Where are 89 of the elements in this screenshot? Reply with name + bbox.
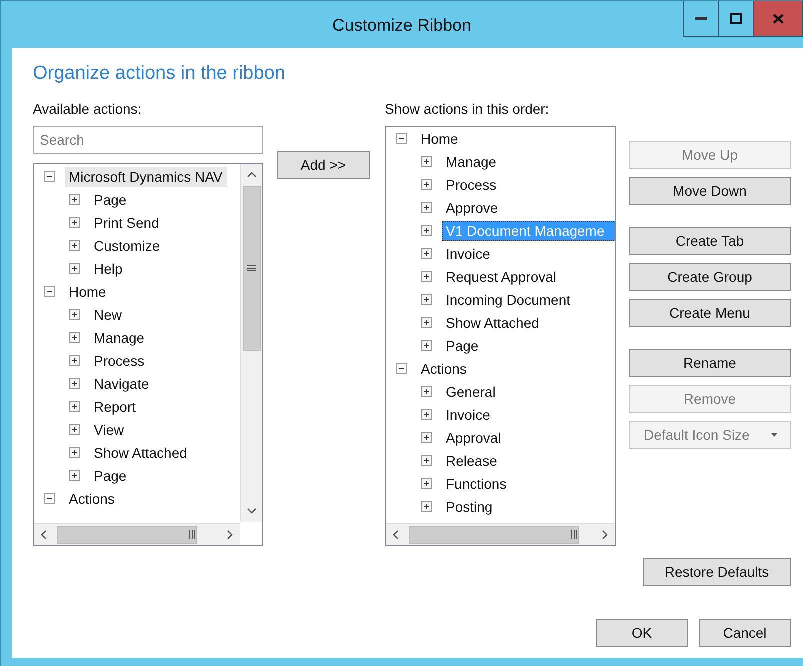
scroll-thumb[interactable] — [409, 526, 579, 544]
expand-toggle[interactable] — [421, 409, 432, 420]
action-button[interactable]: Create Tab — [629, 227, 791, 255]
expand-toggle[interactable] — [69, 355, 80, 366]
tree-item[interactable]: Microsoft Dynamics NAV — [65, 166, 227, 186]
expand-toggle[interactable] — [44, 493, 55, 504]
tree-item[interactable]: Release — [442, 450, 502, 470]
tree-item[interactable]: Show Attached — [90, 442, 192, 462]
tree-item[interactable]: Invoice — [442, 244, 494, 264]
tree-item[interactable]: Functions — [442, 474, 511, 494]
close-button[interactable] — [753, 1, 803, 37]
add-button[interactable]: Add >> — [277, 151, 370, 179]
tree-item[interactable]: Approve — [442, 198, 502, 218]
scroll-thumb[interactable] — [242, 186, 260, 351]
expand-toggle[interactable] — [69, 309, 80, 320]
expand-toggle[interactable] — [421, 501, 432, 512]
expand-toggle[interactable] — [421, 156, 432, 167]
tree-item[interactable]: General — [442, 382, 500, 402]
expand-toggle[interactable] — [69, 424, 80, 435]
caret-icon — [771, 433, 778, 437]
dialog-heading: Organize actions in the ribbon — [33, 63, 286, 86]
tree-item[interactable]: Customize — [90, 236, 164, 256]
expand-toggle[interactable] — [69, 401, 80, 412]
tree-item[interactable]: Home — [65, 282, 110, 302]
tree-item[interactable]: Process — [90, 350, 149, 370]
expand-toggle[interactable] — [421, 294, 432, 305]
expand-toggle[interactable] — [421, 248, 432, 259]
dialog-button[interactable]: Cancel — [699, 619, 791, 647]
tree-item[interactable]: Approval — [442, 428, 506, 448]
expand-toggle[interactable] — [69, 332, 80, 343]
search-field[interactable]: Search — [33, 126, 263, 154]
expand-toggle[interactable] — [421, 271, 432, 282]
tree-item[interactable]: Manage — [90, 328, 149, 348]
close-icon — [772, 14, 784, 24]
tree-item[interactable]: Home — [417, 128, 462, 148]
expand-toggle[interactable] — [421, 179, 432, 190]
tree-item[interactable]: Process — [442, 174, 501, 194]
scroll-thumb[interactable] — [57, 526, 197, 544]
expand-toggle[interactable] — [69, 447, 80, 458]
vertical-scrollbar[interactable] — [240, 164, 262, 522]
order-label: Show actions in this order: — [385, 101, 550, 118]
horizontal-scrollbar[interactable] — [34, 523, 240, 545]
tree-item[interactable]: Show Attached — [442, 312, 544, 332]
tree-item[interactable]: Navigate — [90, 374, 154, 394]
horizontal-scrollbar[interactable] — [386, 523, 615, 545]
action-button[interactable]: Create Group — [629, 263, 791, 291]
expand-toggle[interactable] — [421, 432, 432, 443]
tree-item[interactable]: Manage — [442, 152, 501, 172]
tree-item[interactable]: Report — [90, 396, 140, 416]
expand-toggle[interactable] — [44, 171, 55, 182]
expand-toggle[interactable] — [421, 340, 432, 351]
action-button[interactable]: Move Down — [629, 177, 791, 205]
expand-toggle[interactable] — [69, 217, 80, 228]
available-actions-label: Available actions: — [33, 101, 143, 118]
tree-item[interactable]: Invoice — [442, 404, 494, 424]
expand-toggle[interactable] — [69, 263, 80, 274]
expand-toggle[interactable] — [44, 286, 55, 297]
tree-item[interactable]: Actions — [417, 358, 471, 378]
minimize-icon — [695, 16, 707, 20]
minimize-button[interactable] — [683, 1, 719, 37]
expand-toggle[interactable] — [69, 240, 80, 251]
expand-toggle[interactable] — [421, 478, 432, 489]
restore-defaults-button[interactable]: Restore Defaults — [643, 558, 791, 586]
expand-toggle[interactable] — [396, 363, 407, 374]
window-title: Customize Ribbon — [332, 16, 472, 36]
tree-item[interactable]: Posting — [442, 496, 497, 516]
tree-item[interactable]: View — [90, 420, 128, 440]
tree-item[interactable]: Page — [442, 336, 483, 356]
tree-item[interactable]: Print Send — [90, 212, 164, 232]
action-button[interactable]: Rename — [629, 349, 791, 377]
expand-toggle[interactable] — [69, 378, 80, 389]
tree-item[interactable]: Request Approval — [442, 266, 561, 286]
expand-toggle[interactable] — [421, 455, 432, 466]
maximize-icon — [730, 13, 742, 24]
expand-toggle[interactable] — [396, 133, 407, 144]
tree-item[interactable]: Actions — [65, 488, 119, 508]
expand-toggle[interactable] — [421, 386, 432, 397]
tree-item[interactable]: Page — [90, 466, 131, 486]
action-button[interactable]: Create Menu — [629, 299, 791, 327]
expand-toggle[interactable] — [69, 470, 80, 481]
tree-item[interactable]: New — [90, 304, 126, 324]
expand-toggle[interactable] — [69, 194, 80, 205]
expand-toggle[interactable] — [421, 202, 432, 213]
expand-toggle[interactable] — [421, 317, 432, 328]
dialog-button[interactable]: OK — [596, 619, 688, 647]
tree-item[interactable]: Page — [90, 190, 131, 210]
expand-toggle[interactable] — [421, 225, 432, 236]
tree-item[interactable]: Incoming Document — [442, 290, 575, 310]
tree-item[interactable]: Help — [90, 258, 127, 278]
